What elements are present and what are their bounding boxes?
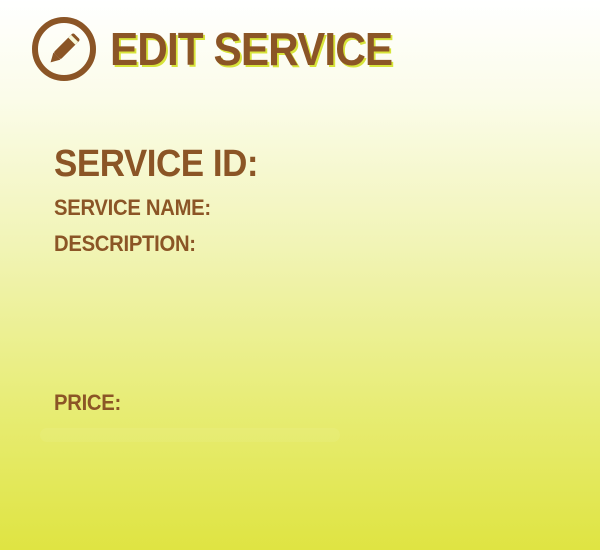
pencil-circle-icon (32, 17, 96, 81)
price-label: PRICE: (54, 390, 121, 415)
description-label: DESCRIPTION: (54, 231, 196, 256)
service-name-label: SERVICE NAME: (54, 195, 211, 220)
faint-background-strip (40, 428, 340, 442)
page-header: EDIT SERVICE (30, 15, 417, 83)
service-id-label: SERVICE ID: (54, 143, 259, 185)
edit-service-form: SERVICE ID: SERVICE NAME: DESCRIPTION: P… (54, 145, 554, 414)
page-title: EDIT SERVICE (110, 23, 393, 75)
